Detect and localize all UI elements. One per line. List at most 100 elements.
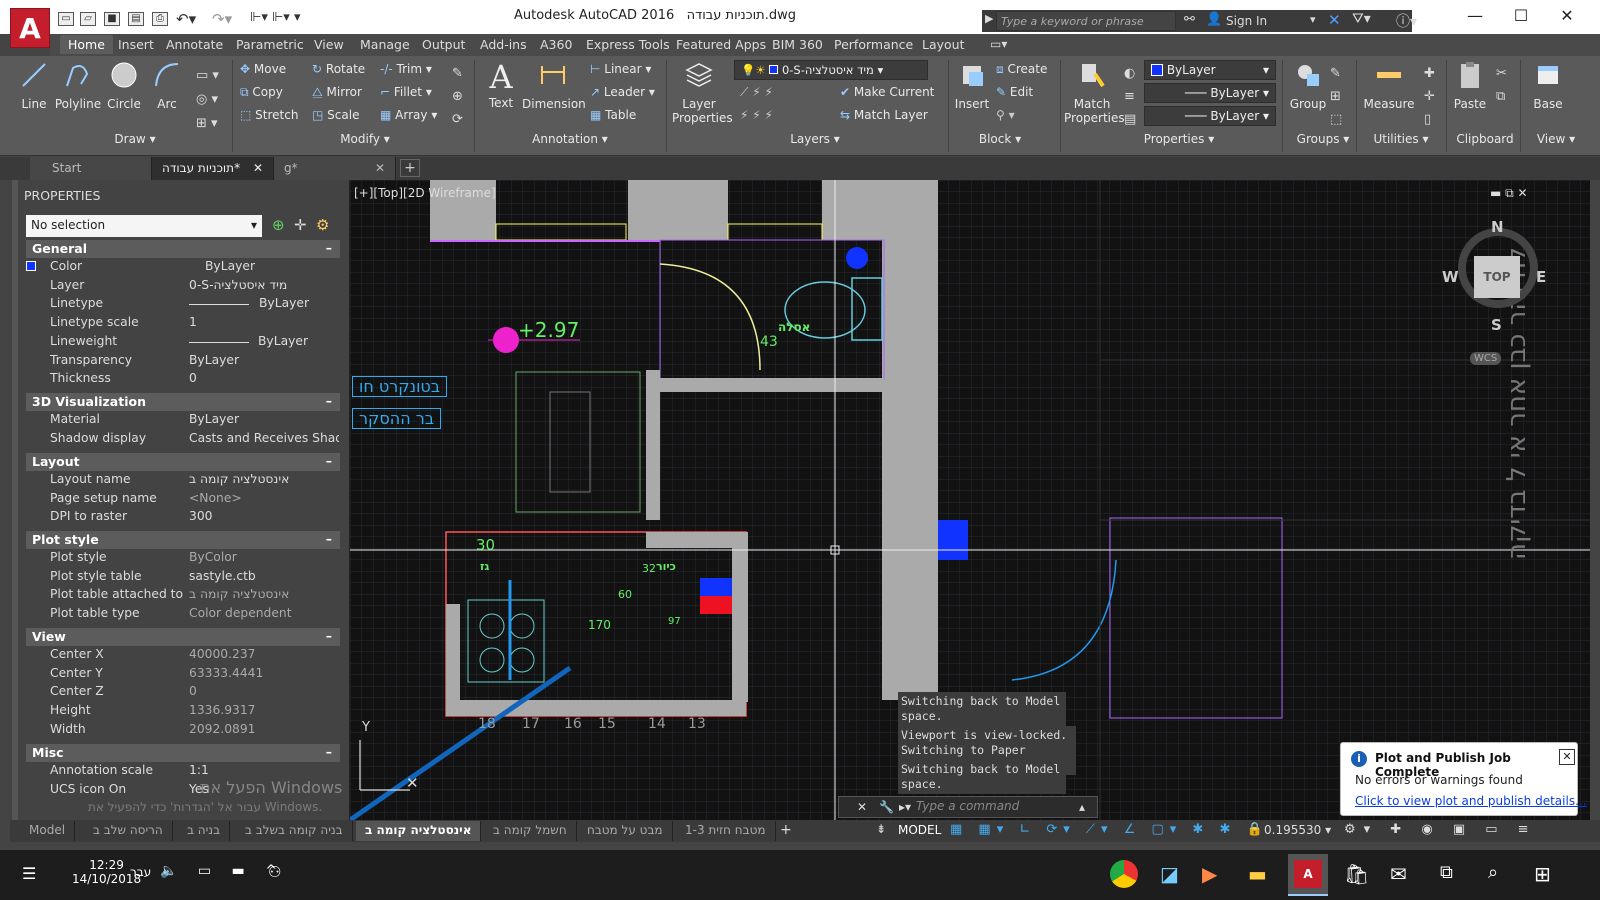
close-tab-icon[interactable]: ✕	[253, 161, 263, 175]
people-icon[interactable]: ⚇	[268, 863, 281, 881]
new-icon[interactable]: ▭	[58, 12, 74, 26]
tab-document-main[interactable]: תוכניות עבודה* ✕	[152, 157, 274, 180]
binoculars-icon[interactable]: ⚯	[1184, 12, 1195, 27]
exchange-apps-icon[interactable]: ✕	[1328, 11, 1341, 29]
layout-tab[interactable]: הריסה שלב ב	[84, 821, 173, 841]
tab-start[interactable]: Start	[30, 157, 152, 180]
property-value[interactable]: Color dependent	[189, 606, 339, 620]
tab-home[interactable]: Home	[60, 35, 113, 54]
section-misc[interactable]: Misc –	[26, 744, 340, 762]
paste-button[interactable]: Paste	[1450, 60, 1490, 111]
property-value[interactable]: 2092.0891	[189, 722, 339, 736]
property-row[interactable]: Height 1336.9317	[26, 702, 340, 721]
save-as-icon[interactable]: ▤	[128, 12, 144, 26]
compass-w[interactable]: W	[1442, 268, 1459, 286]
command-prompt-icon[interactable]: ▸▾	[899, 800, 911, 814]
layer-dropdown[interactable]: 💡☀ 0-S-מיד איסטלציה ▾	[734, 60, 928, 80]
block-panel-label[interactable]: Block ▾	[960, 132, 1040, 146]
layout-tab[interactable]: חשמל קומה ב	[484, 821, 577, 841]
command-input[interactable]: Type a command	[916, 799, 1019, 813]
plot-publish-notification[interactable]: i Plot and Publish Job Complete ✕ No err…	[1340, 742, 1587, 816]
property-row[interactable]: Center Y 63333.4441	[26, 665, 340, 684]
scale-button[interactable]: ◳ Scale	[312, 108, 359, 122]
linetype-dropdown[interactable]: ─── ByLayer ▾	[1144, 106, 1276, 126]
customize-icon[interactable]: 🔧	[879, 800, 894, 814]
property-value[interactable]: 63333.4441	[189, 666, 339, 680]
chrome-icon[interactable]	[1110, 860, 1138, 888]
tab-insert[interactable]: Insert	[118, 37, 154, 52]
new-tab-icon[interactable]: +	[400, 159, 420, 177]
property-row[interactable]: Layer 0-S-מיד איסטלציה	[26, 277, 340, 296]
modify-panel-label[interactable]: Modify ▾	[320, 132, 410, 146]
app-icon[interactable]: ◪	[1160, 862, 1179, 886]
redo-icon[interactable]: ↷▾	[212, 10, 232, 28]
media-player-icon[interactable]: ▶	[1202, 862, 1217, 886]
block-attribute-button[interactable]: ⚲ ▾	[996, 108, 1015, 122]
wcs-menu[interactable]: WCS	[1470, 352, 1502, 365]
help-icon[interactable]: ⓘ▾	[1396, 11, 1417, 31]
mail-icon[interactable]: ✉	[1390, 862, 1407, 886]
modify-extra-tools[interactable]: ✎ ⊕ ⟳	[452, 62, 463, 131]
layer-tools-row1[interactable]: ⟋ ⚡ ⚡	[740, 85, 773, 100]
status-tools[interactable]: ⚙▾ ✚ ◉ ▣ ▭ ≡	[1344, 822, 1537, 837]
array-button[interactable]: ▦ Array ▾	[380, 108, 437, 122]
property-row[interactable]: Plot table type Color dependent	[26, 605, 340, 624]
match-properties-button[interactable]: Match Properties	[1064, 60, 1125, 125]
tray-icons[interactable]: 🔈 ▭ ▬ ^	[160, 863, 285, 879]
close-notification-icon[interactable]: ✕	[1559, 749, 1575, 765]
property-value[interactable]: 1	[189, 315, 339, 329]
measure-button[interactable]: Measure	[1360, 60, 1418, 111]
tab-express-tools[interactable]: Express Tools	[586, 37, 670, 52]
toggle-pickadd-icon[interactable]: ⊕	[272, 216, 285, 234]
groups-panel-label[interactable]: Groups ▾	[1288, 132, 1358, 146]
language-indicator[interactable]: עבר	[130, 865, 151, 879]
edit-block-button[interactable]: ✎ Edit	[996, 85, 1033, 99]
rotate-button[interactable]: ↻ Rotate	[312, 62, 365, 76]
open-icon[interactable]: ▱	[80, 12, 96, 26]
a360-icon[interactable]: ⛛▾	[1352, 11, 1371, 27]
table-button[interactable]: ▦ Table	[590, 108, 636, 122]
sign-in-link[interactable]: Sign In	[1226, 14, 1267, 28]
application-menu-button[interactable]: A	[10, 8, 50, 48]
start-icon[interactable]: ⊞	[1534, 862, 1551, 886]
close-command-icon[interactable]: ✕	[857, 800, 867, 814]
viewport-controls-label[interactable]: [+][Top][2D Wireframe]	[354, 186, 496, 200]
mirror-button[interactable]: ⧋ Mirror	[312, 85, 362, 100]
expand-layouts-icon[interactable]: ⇟	[876, 822, 886, 836]
property-row[interactable]: Width 2092.0891	[26, 721, 340, 740]
property-value[interactable]: <None>	[189, 491, 339, 505]
quick-select-icon[interactable]: ⚙	[316, 216, 329, 234]
linear-button[interactable]: ⊢ Linear ▾	[590, 62, 651, 76]
close-tab-icon[interactable]: ✕	[375, 161, 385, 175]
palette-side-bar[interactable]	[12, 180, 18, 820]
property-row[interactable]: DPI to raster 300	[26, 508, 340, 527]
property-value[interactable]: 0	[189, 371, 339, 385]
layers-panel-label[interactable]: Layers ▾	[770, 132, 860, 146]
property-value[interactable]: 0-S-מיד איסטלציה	[189, 278, 339, 292]
property-row[interactable]: Transparency ByLayer	[26, 352, 340, 371]
section-3d-visualization[interactable]: 3D Visualization –	[26, 393, 340, 411]
status-toggles[interactable]: ▦ ▦▾ ∟ ⟳▾ ⟋▾ ∠ ▢▾ ✱ ✱ 🔒	[950, 822, 1269, 837]
lineweight-dropdown[interactable]: ─── ByLayer ▾	[1144, 83, 1276, 103]
add-layout-icon[interactable]: +	[780, 822, 792, 838]
color-dropdown[interactable]: ByLayer ▾	[1144, 60, 1276, 80]
tab-manage[interactable]: Manage	[360, 37, 410, 52]
tab-view[interactable]: View	[314, 37, 344, 52]
copy-button[interactable]: ⧉ Copy	[240, 85, 283, 100]
property-row[interactable]: Plot style table sastyle.ctb	[26, 568, 340, 587]
leader-button[interactable]: ↗ Leader ▾	[590, 85, 655, 99]
select-objects-icon[interactable]: ✛	[294, 216, 307, 234]
minimize-icon[interactable]: —	[1460, 6, 1490, 25]
store-icon[interactable]: 🛍	[1344, 862, 1369, 886]
layout-tab[interactable]: בניה ב	[178, 821, 231, 841]
trim-button[interactable]: -/- Trim ▾	[380, 62, 432, 76]
tab-featured-apps[interactable]: Featured Apps	[676, 37, 766, 52]
layout-tab-active[interactable]: אינסטלציה קומה ב	[356, 821, 482, 841]
property-value[interactable]: אינסטלציה קומה ב	[189, 472, 339, 486]
close-icon[interactable]: ✕	[1552, 6, 1582, 25]
dimension-button[interactable]: Dimension	[522, 60, 586, 111]
group-tools[interactable]: ✎ ⊞ ⬚	[1330, 62, 1342, 131]
circle-button[interactable]: Circle	[104, 60, 144, 111]
search-icon[interactable]: ⌕	[1488, 862, 1498, 883]
arc-button[interactable]: Arc	[150, 60, 184, 111]
